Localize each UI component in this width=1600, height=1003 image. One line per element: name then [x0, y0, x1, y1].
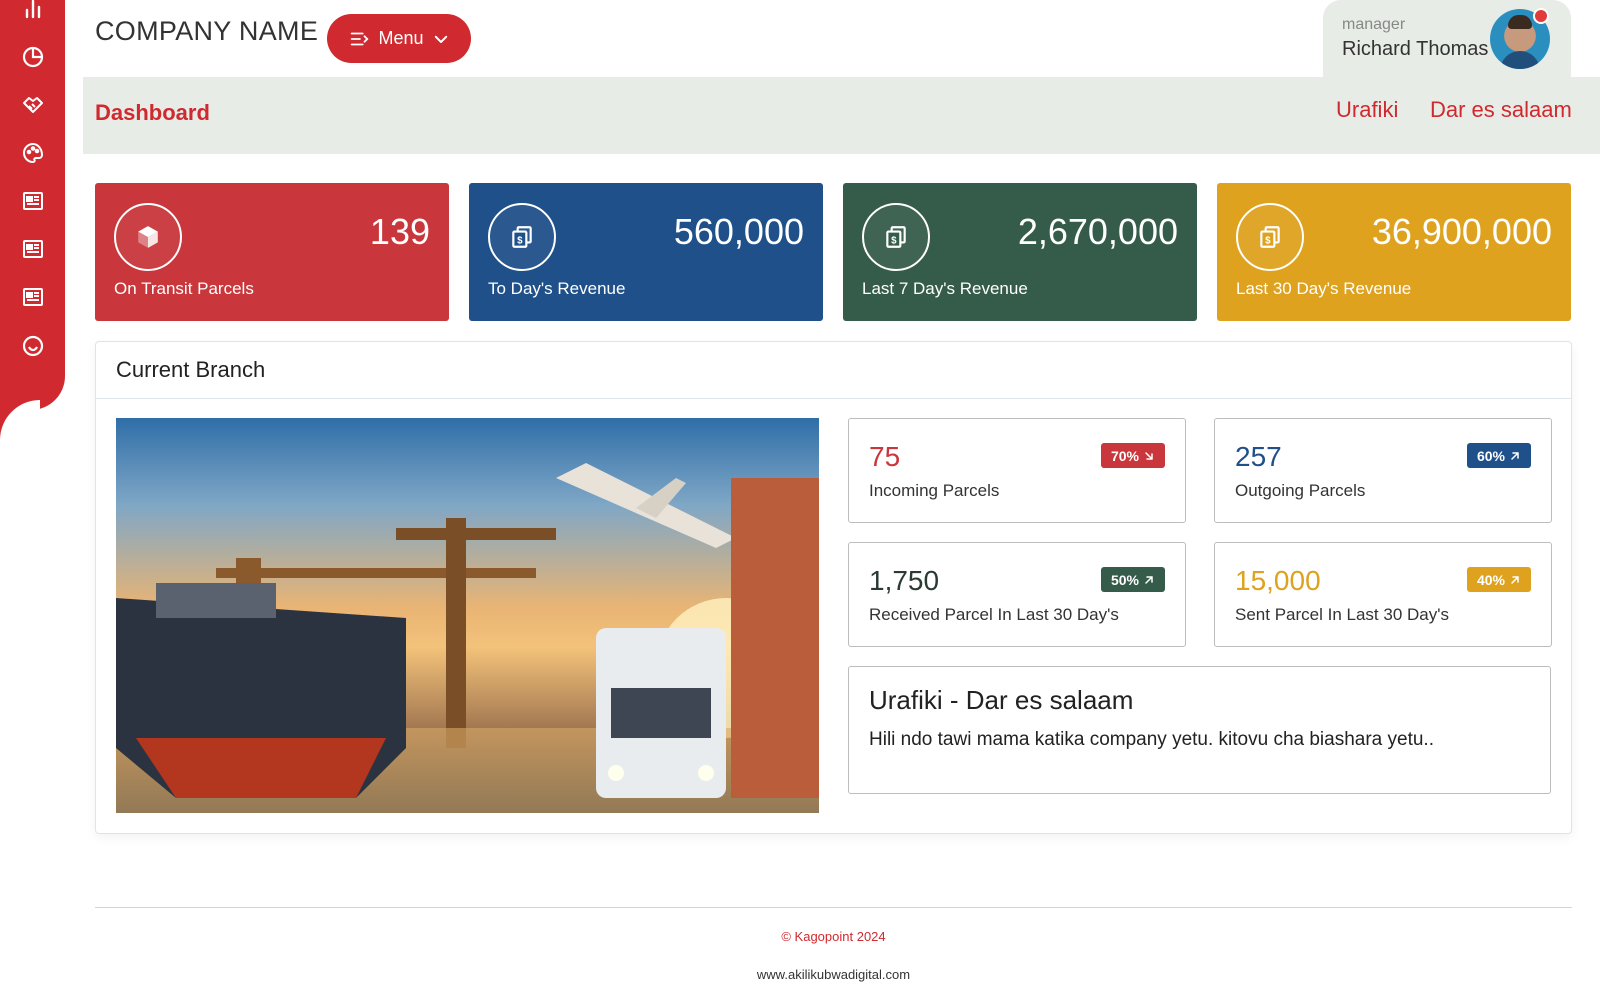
newspaper-icon[interactable]: [20, 236, 46, 262]
branch-info-card: Urafiki - Dar es salaam Hili ndo tawi ma…: [848, 666, 1551, 794]
percent-badge: 70%: [1100, 443, 1165, 468]
menu-label: Menu: [378, 28, 424, 48]
money-icon: $: [862, 203, 930, 271]
pie-chart-icon[interactable]: [20, 44, 46, 70]
money-icon: $: [1236, 203, 1304, 271]
card-value: 1,750: [869, 565, 940, 596]
arrow-up-right-icon: [1145, 575, 1153, 584]
arrow-down-right-icon: [1145, 451, 1153, 460]
city-link-dar-es-salaam[interactable]: Dar es salaam: [1430, 97, 1572, 123]
svg-text:$: $: [517, 236, 523, 247]
handshake-icon[interactable]: [20, 92, 46, 118]
stat-value: 36,900,000: [1371, 211, 1552, 252]
branch-link-urafiki[interactable]: Urafiki: [1336, 97, 1398, 123]
svg-text:$: $: [891, 236, 897, 247]
sidebar-curve: [0, 400, 40, 450]
menu-button[interactable]: Menu: [327, 14, 471, 63]
sent-parcels-card[interactable]: 15,000 Sent Parcel In Last 30 Day's 40%: [1214, 542, 1552, 647]
arrow-up-right-icon: [1511, 451, 1519, 460]
incoming-parcels-card[interactable]: 75 Incoming Parcels 70%: [848, 418, 1186, 523]
user-profile[interactable]: manager Richard Thomas: [1323, 0, 1571, 78]
sidebar: [0, 0, 65, 410]
card-label: Sent Parcel In Last 30 Day's: [1235, 605, 1449, 624]
card-label: Incoming Parcels: [869, 481, 1000, 500]
breadcrumb-bar: Dashboard Urafiki Dar es salaam: [83, 77, 1600, 154]
newspaper-icon[interactable]: [20, 284, 46, 310]
user-name: Richard Thomas: [1342, 38, 1489, 60]
card-label: Received Parcel In Last 30 Day's: [869, 605, 1119, 624]
page-title: Dashboard: [95, 100, 210, 125]
user-role: manager: [1342, 16, 1406, 33]
received-parcels-card[interactable]: 1,750 Received Parcel In Last 30 Day's 5…: [848, 542, 1186, 647]
stat-card-transit[interactable]: 139 On Transit Parcels: [95, 183, 449, 321]
notification-dot: [1533, 8, 1549, 24]
branch-description: Hili ndo tawi mama katika company yetu. …: [869, 729, 1434, 750]
arrow-up-right-icon: [1511, 575, 1519, 584]
palette-icon[interactable]: [20, 140, 46, 166]
stat-label: Last 30 Day's Revenue: [1236, 279, 1412, 298]
bar-chart-icon[interactable]: [20, 0, 46, 22]
percent-badge: 40%: [1466, 567, 1531, 592]
logistics-image: [116, 418, 819, 813]
stat-value: 139: [369, 211, 430, 252]
stat-label: To Day's Revenue: [488, 279, 626, 298]
newspaper-icon[interactable]: [20, 188, 46, 214]
stat-value: 2,670,000: [1017, 211, 1178, 252]
footer-copyright: © Kagopoint 2024: [781, 929, 886, 944]
branch-name: Urafiki - Dar es salaam: [869, 685, 1134, 715]
footer-divider: [95, 907, 1572, 908]
stat-value: 560,000: [673, 211, 804, 252]
card-value: 257: [1235, 441, 1282, 472]
percent-badge: 60%: [1466, 443, 1531, 468]
company-name: COMPANY NAME: [95, 16, 319, 46]
footer-website-link[interactable]: www.akilikubwadigital.com: [0, 967, 1600, 982]
card-value: 15,000: [1235, 565, 1321, 596]
smiley-icon[interactable]: [20, 333, 46, 359]
stat-label: Last 7 Day's Revenue: [862, 279, 1028, 298]
outgoing-parcels-card[interactable]: 257 Outgoing Parcels 60%: [1214, 418, 1552, 523]
svg-text:$: $: [1265, 236, 1271, 247]
card-value: 75: [869, 441, 901, 472]
stat-card-30day-revenue[interactable]: $ 36,900,000 Last 30 Day's Revenue: [1217, 183, 1571, 321]
percent-badge: 50%: [1100, 567, 1165, 592]
panel-title: Current Branch: [96, 342, 1571, 399]
stat-card-7day-revenue[interactable]: $ 2,670,000 Last 7 Day's Revenue: [843, 183, 1197, 321]
stat-label: On Transit Parcels: [114, 279, 254, 298]
chevron-down-icon: [434, 35, 447, 43]
current-branch-panel: Current Branch 75 Incoming Parcels 70% 2…: [95, 341, 1572, 834]
top-header: COMPANY NAME Menu manager Richard Thomas: [83, 0, 1600, 78]
box-icon: [114, 203, 182, 271]
card-label: Outgoing Parcels: [1235, 481, 1366, 500]
stat-card-today-revenue[interactable]: $ 560,000 To Day's Revenue: [469, 183, 823, 321]
money-icon: $: [488, 203, 556, 271]
menu-lines-icon: [351, 32, 370, 45]
